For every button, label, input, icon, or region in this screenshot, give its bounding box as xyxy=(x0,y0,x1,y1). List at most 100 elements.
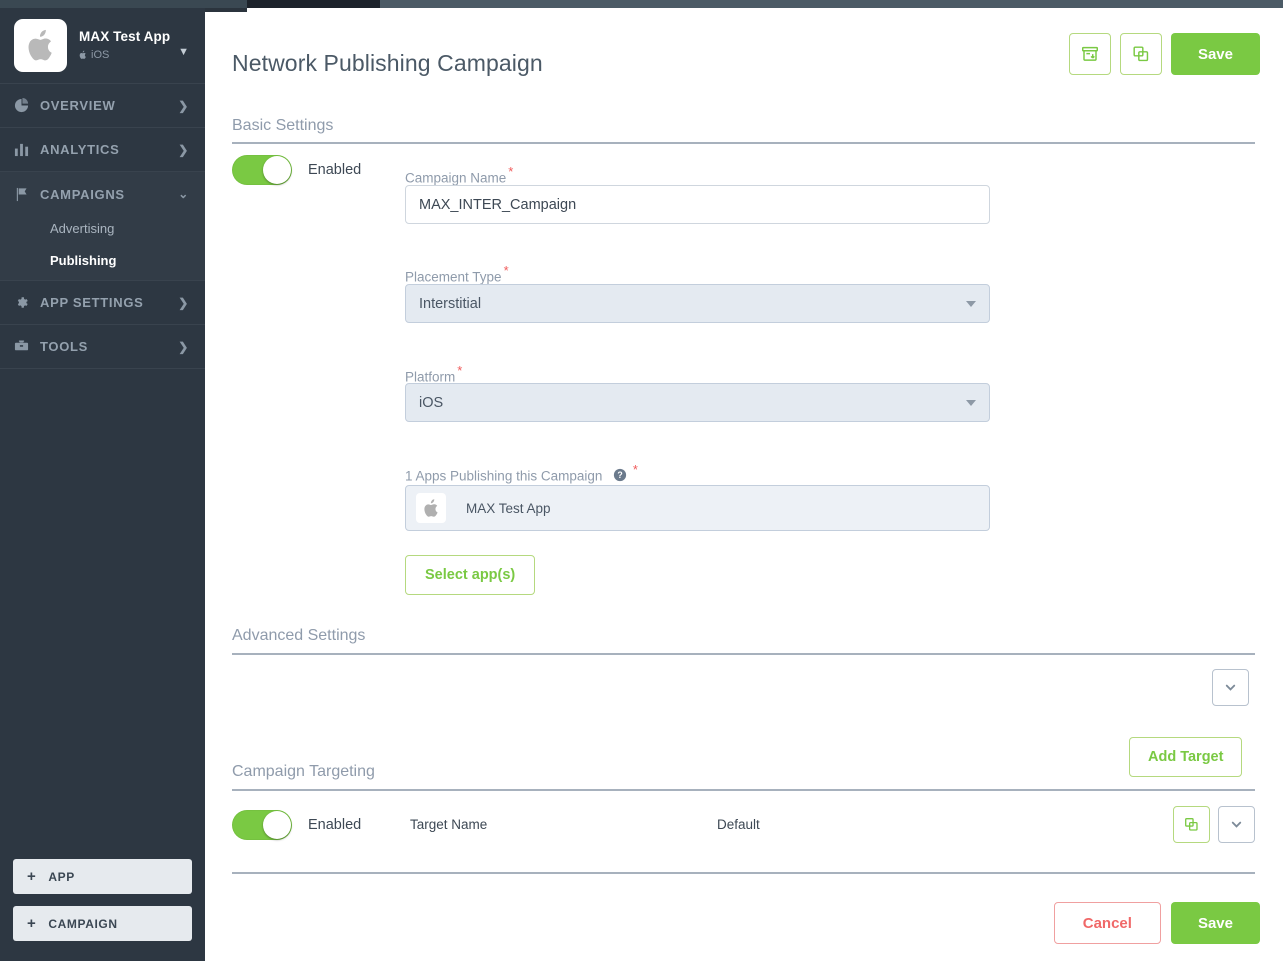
chevron-right-icon: ❯ xyxy=(178,98,189,113)
duplicate-button[interactable] xyxy=(1119,33,1162,75)
advanced-settings-heading: Advanced Settings xyxy=(232,627,366,644)
sidebar-subitem-publishing[interactable]: Publishing xyxy=(0,248,205,280)
add-app-button[interactable]: + APP xyxy=(13,859,192,894)
gear-icon xyxy=(14,295,36,310)
sidebar-subitem-advertising[interactable]: Advertising xyxy=(0,216,205,248)
toggle-knob xyxy=(263,810,291,839)
target-enabled-toggle[interactable] xyxy=(232,809,292,840)
sidebar-item-app-settings[interactable]: APP SETTINGS ❯ xyxy=(0,281,205,325)
target-name-label: Target Name xyxy=(410,817,488,832)
bar-chart-icon xyxy=(14,142,36,157)
sidebar-group-campaigns: CAMPAIGNS ⌄ Advertising Publishing xyxy=(0,172,205,281)
placement-type-label-text: Placement Type xyxy=(405,269,502,285)
basic-settings-rule xyxy=(232,142,1255,144)
plus-icon: + xyxy=(27,868,37,885)
target-name-value: Default xyxy=(717,817,760,832)
required-marker: * xyxy=(457,363,463,378)
sidebar-item-campaigns[interactable]: CAMPAIGNS ⌄ xyxy=(0,172,205,216)
app-name: MAX Test App xyxy=(79,28,171,44)
caret-down-icon xyxy=(966,300,976,307)
selected-app-row[interactable]: MAX Test App xyxy=(405,485,990,531)
app-meta: MAX Test App iOS xyxy=(79,29,170,63)
campaign-enabled-toggle[interactable] xyxy=(232,155,292,185)
target-enabled-label: Enabled xyxy=(308,816,362,833)
sidebar-item-label: OVERVIEW xyxy=(40,98,116,113)
pie-chart-icon xyxy=(14,98,36,113)
sidebar-item-analytics[interactable]: ANALYTICS ❯ xyxy=(0,128,205,172)
add-app-label: APP xyxy=(48,869,75,884)
footer-actions: Cancel Save xyxy=(1053,902,1260,944)
sidebar-item-label: APP SETTINGS xyxy=(40,295,144,310)
campaign-name-input[interactable] xyxy=(405,185,990,224)
sidebar: MAX Test App iOS ▼ OVERVIEW ❯ ANALYTICS … xyxy=(0,8,205,961)
placement-type-value: Interstitial xyxy=(419,295,482,312)
archive-button[interactable] xyxy=(1068,33,1111,75)
platform-value: iOS xyxy=(419,394,444,411)
caret-down-icon[interactable]: ▼ xyxy=(178,46,189,58)
placement-type-select[interactable]: Interstitial xyxy=(405,284,990,323)
basic-settings-heading: Basic Settings xyxy=(232,117,334,134)
sidebar-item-label: TOOLS xyxy=(40,339,89,354)
chevron-down-icon xyxy=(1231,821,1242,828)
required-marker: * xyxy=(503,263,509,278)
app-platform-label: iOS xyxy=(91,48,110,61)
chevron-down-icon xyxy=(1225,684,1236,691)
campaign-enabled-label: Enabled xyxy=(308,162,362,178)
apple-small-icon xyxy=(79,51,86,60)
chrome-segment-left xyxy=(0,0,247,8)
campaign-name-label: Campaign Name * xyxy=(405,164,513,187)
main-content: Network Publishing Campaign Save Basic S… xyxy=(205,12,1283,961)
platform-select[interactable]: iOS xyxy=(405,383,990,422)
svg-text:?: ? xyxy=(617,470,622,480)
app-platform: iOS xyxy=(79,49,170,63)
save-button-top[interactable]: Save xyxy=(1170,33,1260,75)
chevron-right-icon: ❯ xyxy=(178,339,189,354)
sidebar-item-tools[interactable]: TOOLS ❯ xyxy=(0,325,205,369)
plus-icon: + xyxy=(27,915,37,932)
campaign-name-label-text: Campaign Name xyxy=(405,170,507,186)
sidebar-item-overview[interactable]: OVERVIEW ❯ xyxy=(0,84,205,128)
duplicate-target-button[interactable] xyxy=(1173,806,1210,843)
target-expand-button[interactable] xyxy=(1218,806,1255,843)
copy-icon xyxy=(1185,818,1198,831)
flag-icon xyxy=(14,187,36,202)
apps-publishing-label: 1 Apps Publishing this Campaign ? * xyxy=(405,462,638,487)
add-campaign-label: CAMPAIGN xyxy=(48,916,118,931)
selected-app-name: MAX Test App xyxy=(466,500,551,516)
page-title: Network Publishing Campaign xyxy=(232,50,543,76)
chevron-right-icon: ❯ xyxy=(178,295,189,310)
archive-download-icon xyxy=(1081,46,1098,61)
campaign-targeting-heading: Campaign Targeting xyxy=(232,763,375,780)
target-row-actions xyxy=(1173,806,1255,843)
chrome-segment-right xyxy=(380,0,1283,8)
advanced-settings-rule xyxy=(232,653,1255,655)
toggle-knob xyxy=(263,156,291,184)
save-button-bottom[interactable]: Save xyxy=(1170,902,1260,944)
apple-icon xyxy=(416,493,446,523)
advanced-settings-expand-button[interactable] xyxy=(1212,669,1249,706)
toolbox-icon xyxy=(14,339,36,354)
campaign-targeting-rule xyxy=(232,789,1255,791)
add-target-button[interactable]: Add Target xyxy=(1129,737,1243,777)
caret-down-icon xyxy=(966,399,976,406)
campaign-editor-page: MAX Test App iOS ▼ OVERVIEW ❯ ANALYTICS … xyxy=(0,0,1283,961)
add-campaign-button[interactable]: + CAMPAIGN xyxy=(13,906,192,941)
sidebar-item-label: ANALYTICS xyxy=(40,142,120,157)
chevron-right-icon: ❯ xyxy=(178,142,189,157)
top-action-bar: Save xyxy=(1068,33,1260,75)
placement-type-label: Placement Type * xyxy=(405,263,509,286)
app-switcher[interactable]: MAX Test App iOS ▼ xyxy=(0,8,205,84)
sidebar-bottom-actions: + APP + CAMPAIGN xyxy=(0,859,205,953)
footer-rule xyxy=(232,872,1255,874)
apple-icon xyxy=(14,19,67,72)
chevron-down-icon: ⌄ xyxy=(178,187,189,201)
required-marker: * xyxy=(632,462,638,477)
select-apps-button[interactable]: Select app(s) xyxy=(405,555,536,595)
table-row: Enabled Target Name Default xyxy=(232,802,1255,847)
copy-icon xyxy=(1133,46,1149,62)
cancel-button[interactable]: Cancel xyxy=(1053,902,1161,944)
sidebar-item-label: CAMPAIGNS xyxy=(40,186,125,202)
chrome-active-tab[interactable] xyxy=(247,0,380,8)
browser-chrome-strip xyxy=(0,0,1283,8)
required-marker: * xyxy=(508,164,514,179)
